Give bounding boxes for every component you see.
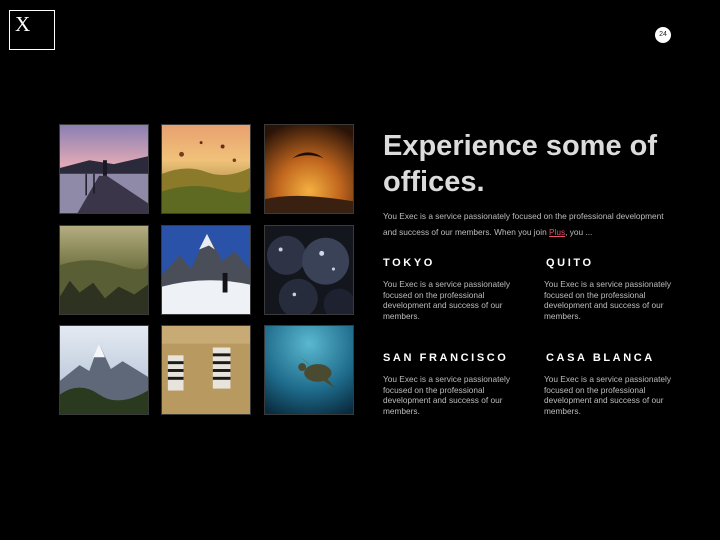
photo-alpine-peak — [59, 325, 149, 415]
photo-balloons-valley — [161, 124, 251, 214]
page-title: Experience some of offices. — [383, 130, 657, 198]
city-title-san-francisco: SAN FRANCISCO — [383, 352, 509, 364]
city-title-quito: QUITO — [546, 257, 594, 269]
photo-dewy-blueberries — [264, 225, 354, 315]
logo-letter: X — [15, 12, 31, 36]
city-title-tokyo: TOKYO — [383, 257, 435, 269]
photo-sea-turtle — [264, 325, 354, 415]
plus-link[interactable]: Plus — [549, 227, 565, 237]
photo-snow-mountain-hiker — [161, 225, 251, 315]
city-title-casa-blanca: CASA BLANCA — [546, 352, 655, 364]
city-desc-quito: You Exec is a service passionately focus… — [544, 279, 671, 321]
logo: X — [9, 10, 55, 50]
intro-text: You Exec is a service passionately focus… — [383, 211, 664, 237]
photo-green-mountains — [59, 225, 149, 315]
photo-zebras-savanna — [161, 325, 251, 415]
photo-pier-sunset — [59, 124, 149, 214]
page-number-badge: 24 — [655, 27, 671, 43]
city-desc-san-francisco: You Exec is a service passionately focus… — [383, 374, 510, 416]
city-desc-casa-blanca: You Exec is a service passionately focus… — [544, 374, 671, 416]
photo-paraglider-sunset — [264, 124, 354, 214]
city-desc-tokyo: You Exec is a service passionately focus… — [383, 279, 510, 321]
intro-paragraph: You Exec is a service passionately focus… — [383, 208, 673, 240]
intro-text-end: , you ... — [565, 227, 593, 237]
